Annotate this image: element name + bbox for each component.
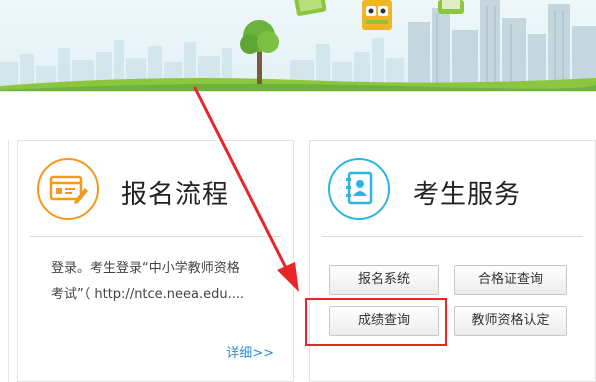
description-line: 考试”（ http://ntce.neea.edu.... [51, 287, 245, 302]
header-banner [0, 0, 596, 92]
card-header: 考生服务 [310, 141, 595, 237]
description-line: 登录。考生登录“中小学教师资格 [51, 261, 240, 276]
contact-book-icon [328, 158, 390, 220]
card-title: 考生服务 [413, 180, 522, 210]
teacher-certification-button[interactable]: 教师资格认定 [454, 306, 567, 336]
card-description: 登录。考生登录“中小学教师资格 考试”（ http://ntce.neea.ed… [51, 256, 271, 308]
registration-system-button[interactable]: 报名系统 [329, 265, 439, 295]
highlight-box [305, 298, 447, 346]
registration-form-icon [37, 158, 99, 220]
previous-card-edge [0, 140, 9, 382]
registration-process-card: 报名流程 登录。考生登录“中小学教师资格 考试”（ http://ntce.ne… [17, 140, 294, 382]
card-title: 报名流程 [121, 180, 230, 210]
certificate-query-button[interactable]: 合格证查询 [454, 265, 567, 295]
city-skyline-illustration [0, 0, 596, 91]
header-divider [30, 236, 281, 237]
card-header: 报名流程 [18, 141, 293, 237]
details-link[interactable]: 详细>> [226, 342, 274, 361]
header-divider [322, 236, 583, 237]
